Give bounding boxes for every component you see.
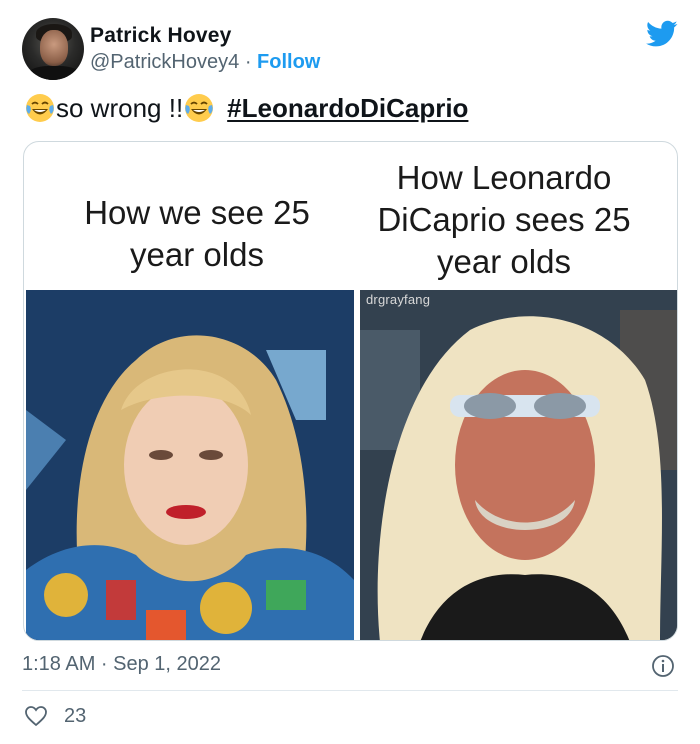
follow-link[interactable]: Follow — [257, 51, 320, 73]
photo-right — [360, 290, 677, 640]
face-with-tears-of-joy-icon — [26, 94, 54, 122]
meme-caption-right: How Leonardo DiCaprio sees 25 year olds — [377, 159, 631, 280]
avatar[interactable] — [22, 18, 84, 80]
handle-separator: · — [244, 51, 252, 73]
author-handle-row: @PatrickHovey4 · Follow — [90, 51, 320, 74]
tweet-media[interactable]: How we see 25 year olds How Leonardo DiC… — [23, 141, 678, 641]
like-count: 23 — [64, 705, 87, 727]
tweet-timestamp[interactable]: 1:18 AM · Sep 1, 2022 — [22, 653, 221, 676]
meme-caption-left: How we see 25 year olds — [84, 194, 310, 273]
info-icon[interactable] — [651, 654, 675, 678]
divider — [22, 690, 678, 691]
hashtag-link[interactable]: #LeonardoDiCaprio — [227, 93, 468, 124]
tweet-text: so wrong !! #LeonardoDiCaprio — [24, 92, 468, 124]
author-display-name[interactable]: Patrick Hovey — [90, 24, 232, 48]
face-with-tears-of-joy-icon — [185, 94, 214, 122]
image-watermark: drgrayfang — [366, 292, 431, 307]
twitter-bird-icon[interactable] — [646, 20, 678, 48]
heart-icon[interactable] — [24, 704, 48, 728]
photo-left — [26, 290, 354, 640]
tweet-embed: Patrick Hovey @PatrickHovey4 · Follow so… — [0, 0, 700, 744]
author-handle[interactable]: @PatrickHovey4 — [90, 51, 239, 73]
tweet-body-text: so wrong !! — [56, 92, 184, 123]
